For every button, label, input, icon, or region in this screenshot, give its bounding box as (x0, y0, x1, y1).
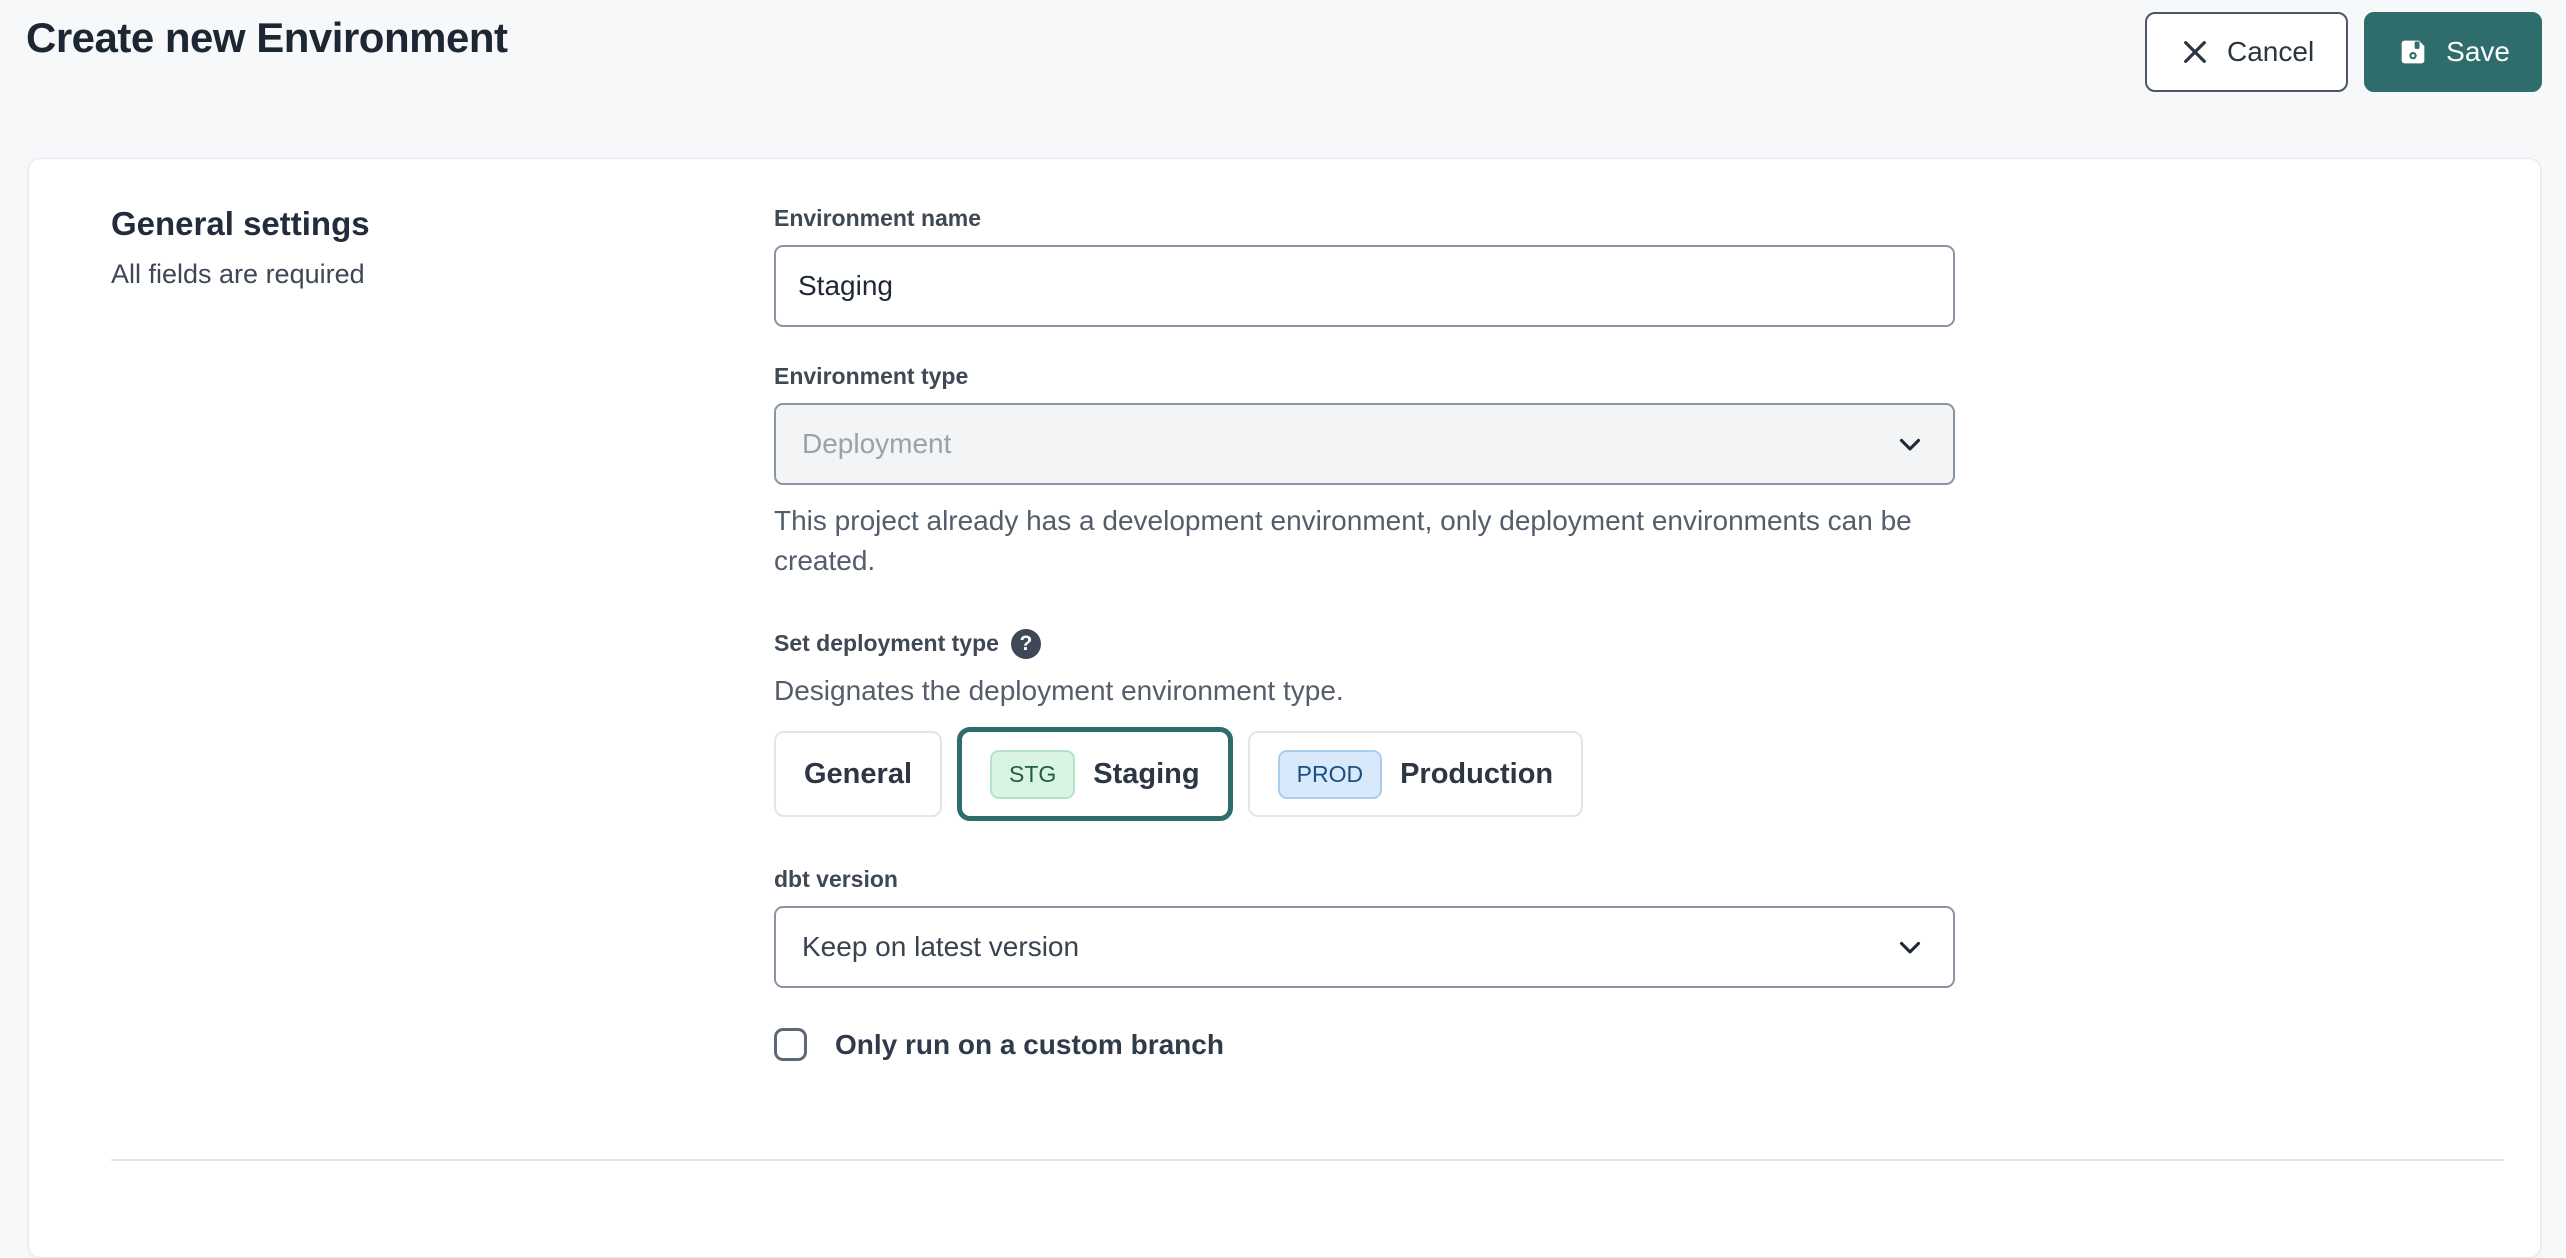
general-settings-card: General settings All fields are required… (28, 158, 2541, 1258)
save-button-label: Save (2446, 36, 2510, 68)
dbt-version-label: dbt version (774, 866, 898, 893)
question-mark-icon[interactable]: ? (1011, 629, 1041, 659)
section-intro: General settings All fields are required (111, 205, 774, 1061)
floppy-disk-icon (2396, 35, 2430, 69)
custom-branch-label: Only run on a custom branch (835, 1029, 1224, 1061)
chevron-down-icon (1893, 930, 1927, 964)
deployment-type-option-staging[interactable]: STG Staging (957, 727, 1233, 821)
environment-type-value: Deployment (802, 428, 951, 460)
deployment-type-label: Set deployment type (774, 630, 999, 657)
cancel-button[interactable]: Cancel (2145, 12, 2348, 92)
environment-type-select[interactable]: Deployment (774, 403, 1955, 485)
prod-badge: PROD (1278, 750, 1382, 799)
page-header: Create new Environment Cancel Save (0, 0, 2566, 146)
environment-form: Environment name Environment type Deploy… (774, 205, 1955, 1061)
environment-name-input[interactable] (774, 245, 1955, 327)
environment-type-helper: This project already has a development e… (774, 501, 1924, 581)
chevron-down-icon (1893, 427, 1927, 461)
section-divider (111, 1159, 2504, 1161)
dbt-version-value: Keep on latest version (802, 931, 1079, 963)
deployment-type-helper: Designates the deployment environment ty… (774, 671, 1924, 711)
deployment-type-option-label: General (804, 758, 912, 791)
header-actions: Cancel Save (2145, 12, 2542, 92)
deployment-type-option-label: Production (1400, 758, 1553, 791)
deployment-type-option-general[interactable]: General (774, 731, 942, 817)
section-heading: General settings (111, 205, 774, 243)
dbt-version-select[interactable]: Keep on latest version (774, 906, 1955, 988)
stg-badge: STG (990, 750, 1075, 799)
environment-name-label: Environment name (774, 205, 981, 232)
environment-type-label: Environment type (774, 363, 968, 390)
section-subheading: All fields are required (111, 259, 774, 290)
custom-branch-row: Only run on a custom branch (774, 1028, 1955, 1061)
save-button[interactable]: Save (2364, 12, 2542, 92)
page-title: Create new Environment (26, 12, 507, 62)
close-icon (2179, 36, 2211, 68)
deployment-type-options: General STG Staging PROD Production (774, 726, 1955, 822)
deployment-type-option-production[interactable]: PROD Production (1248, 731, 1584, 817)
cancel-button-label: Cancel (2227, 36, 2314, 68)
deployment-type-option-label: Staging (1093, 758, 1199, 791)
custom-branch-checkbox[interactable] (774, 1028, 807, 1061)
